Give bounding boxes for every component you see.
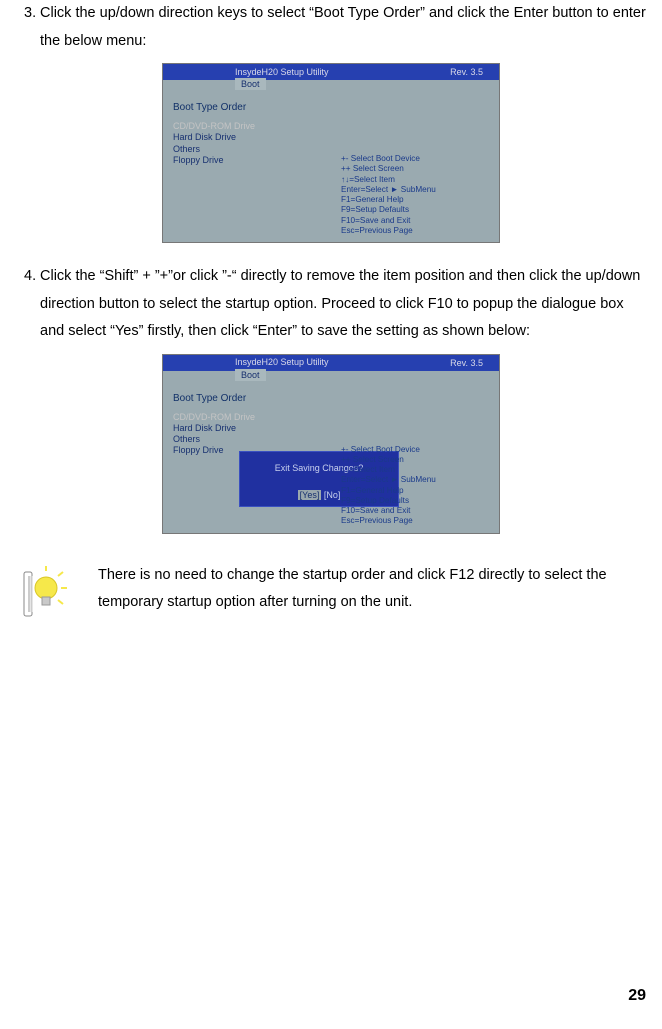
- bios-help-line: Esc=Previous Page: [341, 226, 491, 236]
- bios-help-line: ++ Select Screen: [341, 455, 491, 465]
- bios-help-line: F9=Setup Defaults: [341, 205, 491, 215]
- bios-section-title: Boot Type Order: [173, 389, 499, 408]
- bios-help-line: F10=Save and Exit: [341, 216, 491, 226]
- tip-callout: There is no need to change the startup o…: [12, 562, 650, 622]
- bios-help-panel: +- Select Boot Device ++ Select Screen ↑…: [341, 154, 491, 236]
- bios-body: Boot Type Order CD/DVD-ROM Drive Hard Di…: [163, 90, 499, 242]
- bios-help-line: F10=Save and Exit: [341, 506, 491, 516]
- step-4: 4. Click the “Shift” + ”+”or click ”-“ d…: [12, 263, 650, 346]
- bios-revision: Rev. 3.5: [450, 64, 483, 81]
- bios-section-title: Boot Type Order: [173, 98, 499, 117]
- bios-boot-item: Hard Disk Drive: [173, 423, 499, 434]
- bios-help-line: F1=General Help: [341, 195, 491, 205]
- bios-help-line: ++ Select Screen: [341, 164, 491, 174]
- bios-help-line: ↑↓=Select Item: [341, 175, 491, 185]
- bios-title-bar: InsydeH20 Setup Utility Rev. 3.5: [163, 355, 499, 371]
- bios-boot-item: CD/DVD-ROM Drive: [173, 412, 499, 423]
- tip-text: There is no need to change the startup o…: [98, 562, 640, 617]
- step-text: Click the “Shift” + ”+”or click ”-“ dire…: [40, 263, 650, 346]
- bios-help-panel: +- Select Boot Device ++ Select Screen ↑…: [341, 445, 491, 527]
- bios-revision: Rev. 3.5: [450, 355, 483, 372]
- step-3: 3. Click the up/down direction keys to s…: [12, 0, 650, 55]
- dialog-no-button: [No]: [324, 490, 341, 500]
- bios-boot-item: CD/DVD-ROM Drive: [173, 121, 499, 132]
- bios-help-line: Enter=Select ► SubMenu: [341, 475, 491, 485]
- lightbulb-icon: [18, 566, 74, 622]
- step-number: 3.: [12, 0, 40, 55]
- bios-help-line: Enter=Select ► SubMenu: [341, 185, 491, 195]
- bios-title-bar: InsydeH20 Setup Utility Rev. 3.5: [163, 64, 499, 80]
- bios-tab-boot: Boot: [235, 78, 266, 90]
- bios-screenshot-2: InsydeH20 Setup Utility Rev. 3.5 Boot Bo…: [162, 354, 500, 534]
- bios-body: Boot Type Order CD/DVD-ROM Drive Hard Di…: [163, 381, 499, 533]
- bios-help-line: Esc=Previous Page: [341, 516, 491, 526]
- bios-help-line: F1=General Help: [341, 486, 491, 496]
- dialog-yes-button: [Yes]: [298, 490, 322, 500]
- step-number: 4.: [12, 263, 40, 346]
- bios-help-line: +- Select Boot Device: [341, 445, 491, 455]
- bios-help-line: F9=Setup Defaults: [341, 496, 491, 506]
- bios-tab-boot: Boot: [235, 369, 266, 381]
- bios-screenshot-1: InsydeH20 Setup Utility Rev. 3.5 Boot Bo…: [162, 63, 500, 243]
- bios-help-line: +- Select Boot Device: [341, 154, 491, 164]
- bios-boot-item: Hard Disk Drive: [173, 132, 499, 143]
- step-text: Click the up/down direction keys to sele…: [40, 0, 650, 55]
- page-number: 29: [628, 981, 646, 1011]
- bios-help-line: ↑↓=Select Item: [341, 465, 491, 475]
